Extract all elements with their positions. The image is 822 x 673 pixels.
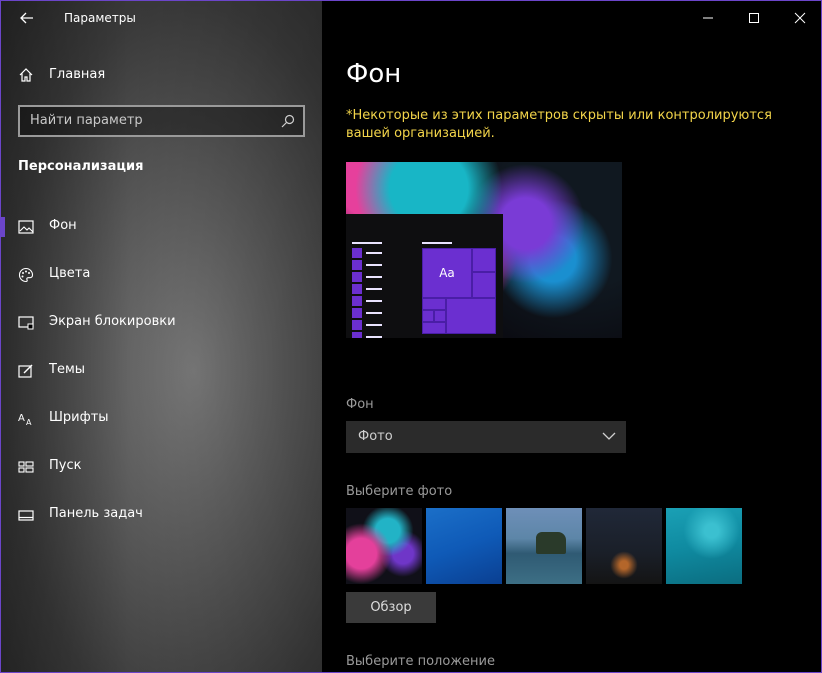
photo-thumb-2[interactable] xyxy=(426,508,502,584)
settings-window: Параметры Главная Найти параметр Персона… xyxy=(0,0,822,673)
themes-icon xyxy=(18,364,33,378)
home-label: Главная xyxy=(49,67,106,82)
background-select[interactable]: Фото xyxy=(346,421,626,453)
search-input[interactable]: Найти параметр xyxy=(18,105,305,137)
preview-list-square xyxy=(352,332,362,338)
sidebar-item-taskbar[interactable]: Панель задач xyxy=(1,497,322,533)
svg-text:A: A xyxy=(18,413,25,424)
preview-list-square xyxy=(352,260,362,270)
sidebar-item-background[interactable]: Фон xyxy=(1,209,322,245)
close-icon xyxy=(794,12,806,24)
preview-tile xyxy=(422,298,446,310)
preview-tile xyxy=(472,248,496,272)
preview-list-line xyxy=(366,288,382,290)
lock-screen-icon xyxy=(18,316,34,330)
minimize-button[interactable] xyxy=(685,1,731,35)
sidebar-item-label: Шрифты xyxy=(49,410,109,425)
window-controls xyxy=(685,1,821,35)
sidebar: Параметры Главная Найти параметр Персона… xyxy=(1,1,322,672)
browse-button-label: Обзор xyxy=(370,600,412,615)
preview-list-square xyxy=(352,284,362,294)
sidebar-item-label: Панель задач xyxy=(49,506,143,521)
chevron-down-icon xyxy=(602,432,616,440)
page-title: Фон xyxy=(346,59,402,89)
background-label: Фон xyxy=(346,397,374,412)
preview-tile-aa: Aa xyxy=(422,248,472,298)
preview-tile xyxy=(472,272,496,298)
sidebar-item-label: Темы xyxy=(49,362,86,377)
sidebar-item-colors[interactable]: Цвета xyxy=(1,257,322,293)
preview-list-square xyxy=(352,248,362,258)
search-placeholder: Найти параметр xyxy=(30,113,143,128)
preview-list-square xyxy=(352,272,362,282)
photo-thumbnails xyxy=(346,508,746,584)
background-select-value: Фото xyxy=(358,429,393,444)
preview-list-title xyxy=(352,242,382,244)
main-content: Фон *Некоторые из этих параметров скрыты… xyxy=(322,1,821,672)
back-button[interactable] xyxy=(15,7,39,29)
maximize-button[interactable] xyxy=(731,1,777,35)
sidebar-item-label: Экран блокировки xyxy=(49,314,176,329)
sidebar-item-label: Цвета xyxy=(49,266,91,281)
search-icon[interactable] xyxy=(281,114,295,128)
preview-tile xyxy=(446,298,496,334)
sidebar-item-lock-screen[interactable]: Экран блокировки xyxy=(1,305,322,341)
preview-list-line xyxy=(366,276,382,278)
back-arrow-icon xyxy=(20,12,33,24)
preview-tile xyxy=(434,310,446,322)
background-preview: Aa xyxy=(346,162,622,338)
photo-thumb-3[interactable] xyxy=(506,508,582,584)
palette-icon xyxy=(18,267,34,283)
active-indicator xyxy=(1,217,5,237)
preview-list-line xyxy=(366,312,382,314)
image-icon xyxy=(18,220,34,234)
window-title: Параметры xyxy=(64,11,136,25)
choose-fit-label: Выберите положение xyxy=(346,654,495,669)
svg-text:A: A xyxy=(26,418,32,427)
preview-list-square xyxy=(352,296,362,306)
home-icon xyxy=(19,68,33,82)
sidebar-item-start[interactable]: Пуск xyxy=(1,449,322,485)
preview-tiles-title xyxy=(422,242,452,244)
close-button[interactable] xyxy=(777,1,821,35)
start-icon xyxy=(18,461,34,473)
preview-desktop-overlay: Aa xyxy=(346,214,503,338)
preview-tile xyxy=(422,322,446,334)
photo-thumb-4[interactable] xyxy=(586,508,662,584)
maximize-icon xyxy=(749,13,759,23)
preview-tile xyxy=(422,310,434,322)
preview-list-line xyxy=(366,336,382,338)
fonts-icon: A A xyxy=(18,413,32,427)
preview-list-square xyxy=(352,320,362,330)
sidebar-item-label: Фон xyxy=(49,218,77,233)
sidebar-item-fonts[interactable]: A A Шрифты xyxy=(1,401,322,437)
photo-thumb-5[interactable] xyxy=(666,508,742,584)
titlebar: Параметры xyxy=(1,1,322,35)
browse-button[interactable]: Обзор xyxy=(346,592,436,623)
home-nav-item[interactable]: Главная xyxy=(1,61,322,89)
policy-notice: *Некоторые из этих параметров скрыты или… xyxy=(346,108,772,141)
sidebar-item-label: Пуск xyxy=(49,458,82,473)
minimize-icon xyxy=(703,17,713,19)
preview-list-line xyxy=(366,264,382,266)
preview-list-line xyxy=(366,252,382,254)
preview-list-line xyxy=(366,324,382,326)
section-title: Персонализация xyxy=(18,159,144,174)
sidebar-item-themes[interactable]: Темы xyxy=(1,353,322,389)
choose-photo-label: Выберите фото xyxy=(346,484,453,499)
taskbar-icon xyxy=(18,510,34,521)
photo-thumb-1[interactable] xyxy=(346,508,422,584)
preview-list-square xyxy=(352,308,362,318)
preview-list-line xyxy=(366,300,382,302)
